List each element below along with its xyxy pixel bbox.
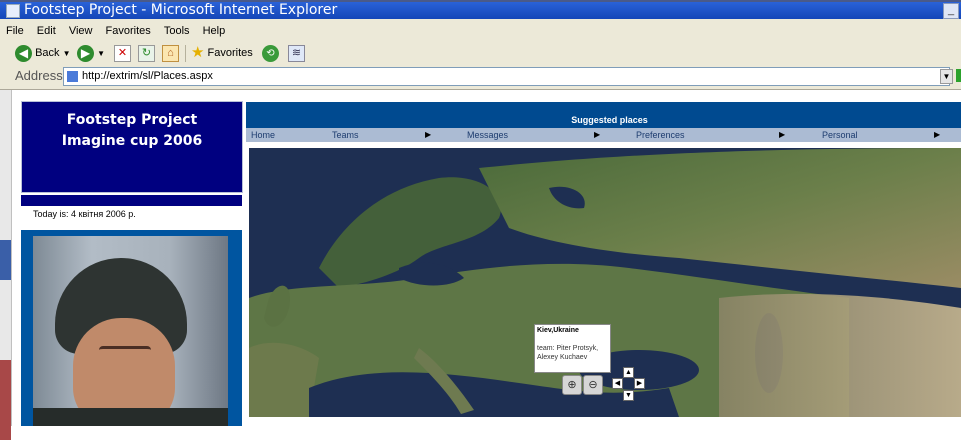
nav-personal[interactable]: Personal bbox=[822, 130, 858, 140]
pan-up-icon[interactable]: ▲ bbox=[623, 367, 634, 378]
address-dropdown-icon[interactable]: ▼ bbox=[940, 69, 953, 84]
nav-menu: Home Teams ▶ Messages ▶ Preferences ▶ Pe… bbox=[246, 128, 961, 142]
star-icon: ★ bbox=[191, 44, 205, 62]
background-strip bbox=[0, 240, 11, 280]
teams-submenu-arrow-icon: ▶ bbox=[425, 130, 432, 139]
favorites-button[interactable]: ★ Favorites bbox=[191, 43, 253, 63]
ie-icon bbox=[6, 4, 20, 18]
pan-right-icon[interactable]: ▶ bbox=[634, 378, 645, 389]
back-arrow-icon: ◀ bbox=[15, 44, 32, 62]
photo-eyes bbox=[99, 346, 151, 355]
menu-help[interactable]: Help bbox=[203, 25, 226, 37]
pan-left-icon[interactable]: ◀ bbox=[612, 378, 623, 389]
standard-toolbar: ◀ Back ▼ ▶ ▼ ✕ ↻ ⌂ ★ Favorites ⟲ ≋ bbox=[0, 41, 961, 65]
home-icon: ⌂ bbox=[162, 44, 179, 62]
address-bar: Address http://extrim/sl/Places.aspx ▼ bbox=[0, 66, 961, 88]
site-logo[interactable]: Footstep Project Imagine cup 2006 bbox=[21, 101, 243, 193]
nav-preferences[interactable]: Preferences bbox=[636, 130, 685, 140]
mail-icon: ≋ bbox=[288, 44, 305, 62]
map-terrain bbox=[249, 148, 961, 417]
address-label: Address bbox=[15, 68, 63, 83]
address-url: http://extrim/sl/Places.aspx bbox=[82, 70, 213, 82]
address-input[interactable]: http://extrim/sl/Places.aspx bbox=[63, 67, 950, 86]
refresh-button[interactable]: ↻ bbox=[138, 43, 155, 63]
messages-submenu-arrow-icon: ▶ bbox=[594, 130, 601, 139]
history-icon: ⟲ bbox=[262, 44, 279, 62]
background-strip bbox=[0, 360, 11, 440]
refresh-icon: ↻ bbox=[138, 44, 155, 62]
background-window-edge bbox=[0, 90, 12, 440]
home-button[interactable]: ⌂ bbox=[162, 43, 179, 63]
preferences-submenu-arrow-icon: ▶ bbox=[779, 130, 786, 139]
tooltip-team: team: Piter Protsyk, Alexey Kuchaev bbox=[537, 345, 599, 361]
window-title: Footstep Project - Microsoft Internet Ex… bbox=[24, 2, 338, 18]
zoom-out-icon[interactable]: ⊖ bbox=[583, 375, 603, 395]
personal-submenu-arrow-icon: ▶ bbox=[934, 130, 941, 139]
nav-home[interactable]: Home bbox=[251, 130, 275, 140]
logo-subtitle: Imagine cup 2006 bbox=[61, 133, 203, 149]
window-titlebar[interactable]: Footstep Project - Microsoft Internet Ex… bbox=[0, 2, 961, 19]
favorites-label: Favorites bbox=[207, 47, 253, 59]
history-button[interactable]: ⟲ bbox=[262, 43, 279, 63]
pan-down-icon[interactable]: ▼ bbox=[623, 390, 634, 401]
satellite-map[interactable] bbox=[249, 148, 961, 417]
logo-title: Footstep Project bbox=[66, 112, 198, 128]
nav-messages[interactable]: Messages bbox=[467, 130, 508, 140]
tooltip-place: Kiev,Ukraine bbox=[537, 327, 579, 334]
menu-tools[interactable]: Tools bbox=[164, 25, 190, 37]
menu-favorites[interactable]: Favorites bbox=[106, 25, 151, 37]
today-date: Today is: 4 квітня 2006 р. bbox=[33, 209, 136, 219]
menu-edit[interactable]: Edit bbox=[37, 25, 56, 37]
go-button[interactable] bbox=[956, 69, 961, 82]
back-label: Back bbox=[35, 47, 60, 59]
back-dropdown-icon[interactable]: ▼ bbox=[63, 49, 71, 58]
photo-coat bbox=[33, 408, 228, 426]
chrome-divider bbox=[0, 89, 961, 90]
logo-underbar bbox=[21, 195, 242, 206]
mail-button[interactable]: ≋ bbox=[288, 43, 305, 63]
minimize-button[interactable]: _ bbox=[943, 3, 959, 19]
stop-icon: ✕ bbox=[114, 44, 131, 62]
page-title: Suggested places bbox=[571, 115, 648, 125]
place-tooltip: Kiev,Ukraine team: Piter Protsyk, Alexey… bbox=[534, 324, 611, 373]
zoom-in-icon[interactable]: ⊕ bbox=[562, 375, 582, 395]
forward-dropdown-icon[interactable]: ▼ bbox=[97, 49, 105, 58]
user-photo bbox=[33, 236, 228, 426]
page-header: Suggested places bbox=[246, 102, 961, 128]
menu-bar: File Edit View Favorites Tools Help bbox=[0, 22, 229, 40]
menu-file[interactable]: File bbox=[6, 25, 24, 37]
nav-teams[interactable]: Teams bbox=[332, 130, 359, 140]
page-icon bbox=[67, 70, 78, 82]
menu-view[interactable]: View bbox=[69, 25, 93, 37]
forward-button[interactable]: ▶ ▼ bbox=[77, 43, 105, 63]
forward-arrow-icon: ▶ bbox=[77, 44, 94, 62]
toolbar-separator bbox=[185, 45, 186, 62]
stop-button[interactable]: ✕ bbox=[114, 43, 131, 63]
back-button[interactable]: ◀ Back ▼ bbox=[15, 43, 71, 63]
